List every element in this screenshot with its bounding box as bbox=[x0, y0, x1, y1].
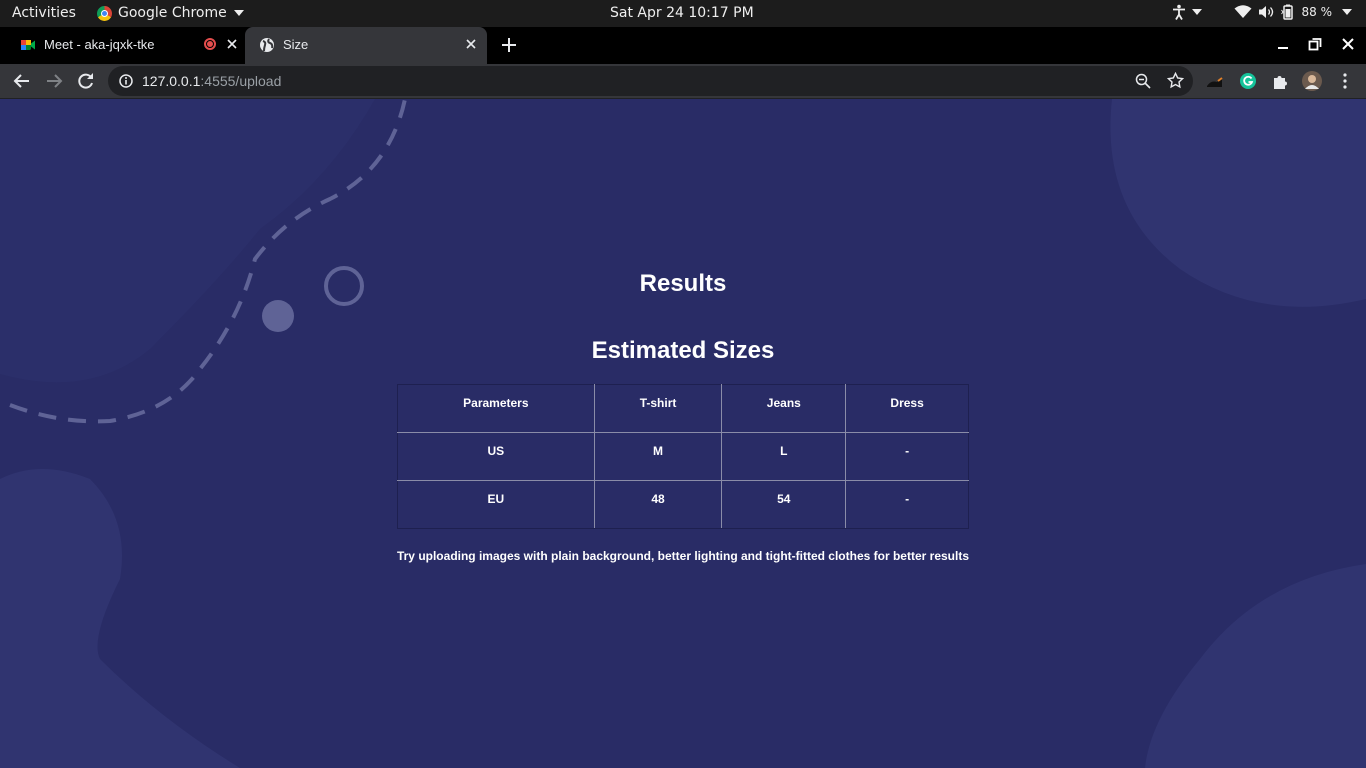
chevron-down-icon bbox=[1342, 9, 1352, 15]
volume-icon bbox=[1258, 6, 1273, 18]
extensions-puzzle-icon[interactable] bbox=[1271, 72, 1289, 90]
globe-icon bbox=[260, 38, 274, 52]
address-bar[interactable]: 127.0.0.1:4555/upload bbox=[108, 66, 1193, 96]
chevron-down-icon bbox=[1191, 9, 1202, 15]
extension-icon[interactable] bbox=[1206, 72, 1224, 90]
avatar[interactable] bbox=[1302, 71, 1322, 91]
url-path: :4555/upload bbox=[200, 73, 282, 89]
url-host: 127.0.0.1 bbox=[142, 73, 201, 89]
tab-title: Meet - aka-jqxk-tke bbox=[44, 37, 155, 52]
table-header-row: Parameters T-shirt Jeans Dress bbox=[397, 384, 969, 433]
zoom-icon[interactable] bbox=[1135, 73, 1151, 89]
app-menu-label: Google Chrome bbox=[118, 5, 227, 21]
table-cell: - bbox=[845, 480, 969, 529]
forward-icon[interactable] bbox=[45, 72, 63, 90]
wifi-icon bbox=[1234, 5, 1251, 18]
battery-level: 88 % bbox=[1301, 5, 1333, 19]
bookmark-star-icon[interactable] bbox=[1167, 72, 1184, 89]
new-tab-icon[interactable] bbox=[500, 36, 518, 54]
clock[interactable]: Sat Apr 24 10:17 PM bbox=[610, 5, 754, 21]
close-icon[interactable] bbox=[225, 37, 239, 51]
table-row: EU 48 54 - bbox=[397, 480, 969, 529]
table-row: US M L - bbox=[397, 432, 969, 481]
hint-text: Try uploading images with plain backgrou… bbox=[396, 549, 970, 563]
table-cell: M bbox=[593, 432, 723, 481]
info-icon[interactable] bbox=[119, 74, 133, 88]
battery-icon bbox=[1280, 4, 1293, 20]
url-text[interactable]: 127.0.0.1:4555/upload bbox=[142, 73, 281, 89]
app-menu[interactable]: Google Chrome bbox=[97, 5, 244, 21]
system-top-bar: Activities Google Chrome Sat Apr 24 10:1… bbox=[0, 0, 1366, 27]
tab-strip: Meet - aka-jqxk-tke Size bbox=[0, 27, 1366, 64]
menu-kebab-icon[interactable] bbox=[1336, 72, 1354, 90]
google-meet-icon bbox=[21, 40, 35, 50]
section-title: Estimated Sizes bbox=[591, 337, 775, 364]
table-cell: EU bbox=[397, 480, 595, 529]
tab-meet[interactable]: Meet - aka-jqxk-tke bbox=[0, 27, 245, 64]
column-header: Dress bbox=[845, 384, 969, 433]
chrome-logo-icon bbox=[97, 5, 112, 21]
chevron-down-icon bbox=[233, 10, 244, 16]
close-icon[interactable] bbox=[464, 37, 478, 51]
column-header: T-shirt bbox=[593, 384, 723, 433]
tab-title: Size bbox=[283, 37, 309, 52]
system-tray[interactable]: 88 % bbox=[1172, 4, 1352, 20]
page-title: Results bbox=[639, 270, 727, 297]
back-icon[interactable] bbox=[13, 72, 31, 90]
minimize-icon[interactable] bbox=[1276, 37, 1290, 51]
page-viewport: Results Estimated Sizes Parameters T-shi… bbox=[0, 99, 1366, 768]
activities-button[interactable]: Activities bbox=[12, 5, 76, 21]
sizes-table: Parameters T-shirt Jeans Dress US M L - … bbox=[397, 384, 969, 529]
browser-toolbar: 127.0.0.1:4555/upload bbox=[0, 64, 1366, 99]
grammarly-icon[interactable] bbox=[1239, 72, 1257, 90]
table-cell: L bbox=[721, 432, 847, 481]
restore-icon[interactable] bbox=[1308, 37, 1322, 51]
table-cell: - bbox=[845, 432, 969, 481]
close-window-icon[interactable] bbox=[1341, 37, 1355, 51]
recording-indicator-icon bbox=[204, 38, 216, 50]
table-cell: 54 bbox=[721, 480, 847, 529]
reload-icon[interactable] bbox=[77, 72, 95, 90]
tab-size[interactable]: Size bbox=[245, 27, 487, 64]
accessibility-icon bbox=[1172, 4, 1185, 20]
table-cell: 48 bbox=[593, 480, 723, 529]
table-cell: US bbox=[397, 432, 595, 481]
column-header: Jeans bbox=[721, 384, 847, 433]
column-header: Parameters bbox=[397, 384, 595, 433]
